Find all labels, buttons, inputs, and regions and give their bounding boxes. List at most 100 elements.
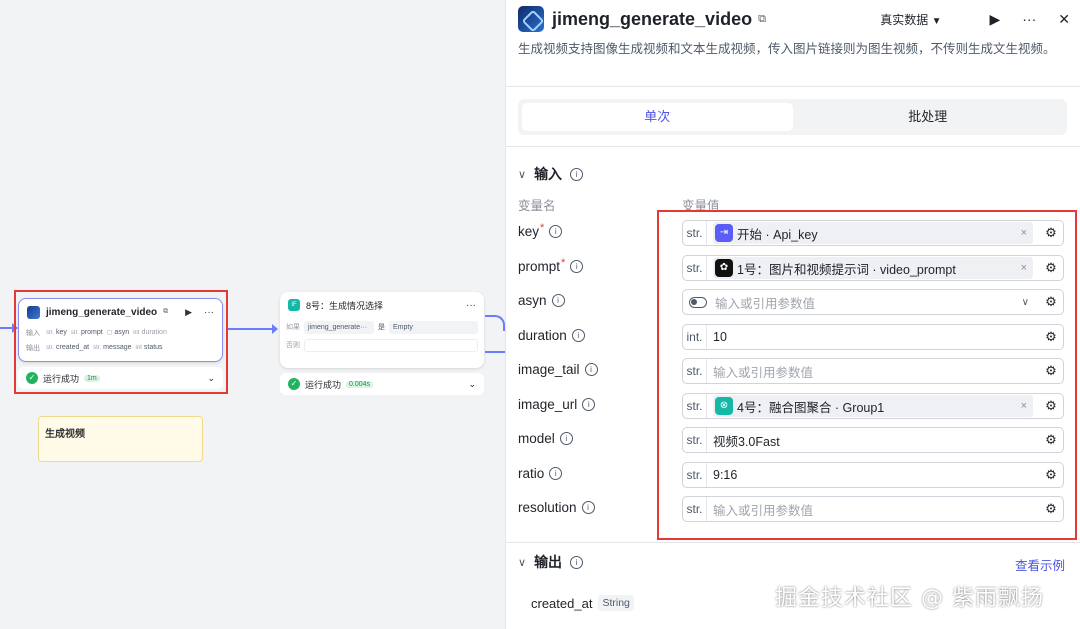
param-row-prompt: prompt * i str. ✿ 1号：图片和视频提示词 · video_promp… bbox=[506, 255, 1080, 281]
input-chip: str. prompt bbox=[70, 329, 103, 336]
node-condition[interactable]: IF 8号：生成情况选择 ··· 如果 jimeng_generate··· 是… bbox=[280, 292, 484, 368]
sticky-note[interactable]: 生成视频 bbox=[38, 416, 203, 462]
close-icon[interactable]: ✕ bbox=[1058, 11, 1070, 28]
settings-icon[interactable]: ⚙ bbox=[1039, 260, 1063, 276]
param-field-prompt[interactable]: str. ✿ 1号：图片和视频提示词 · video_prompt × ⚙ bbox=[682, 255, 1064, 281]
output-row-created-at: created_at String bbox=[531, 595, 634, 611]
tab-batch[interactable]: 批处理 bbox=[793, 103, 1064, 131]
type-badge: str. bbox=[683, 463, 707, 487]
settings-icon[interactable]: ⚙ bbox=[1039, 467, 1063, 483]
node-jimeng-generate-video[interactable]: jimeng_generate_video ⧉ ▶ ··· 输入 str. key… bbox=[18, 298, 223, 362]
else-branch-row: 否则 bbox=[280, 336, 484, 354]
param-field-key[interactable]: str. ⇥ 开始 · Api_key × ⚙ bbox=[682, 220, 1064, 246]
param-field-duration[interactable]: int. 10 ⚙ bbox=[682, 324, 1064, 350]
param-field-image-tail[interactable]: str. 输入或引用参数值 ⚙ bbox=[682, 358, 1064, 384]
input-section-header[interactable]: ∨ 输入 i bbox=[518, 164, 584, 184]
output-section-header[interactable]: ∨ 输出 i bbox=[518, 552, 584, 572]
plugin-badge-icon: ⧉ bbox=[163, 308, 169, 315]
type-badge: str. bbox=[683, 221, 707, 245]
run-node-icon[interactable]: ▶ bbox=[185, 307, 192, 318]
run-button[interactable]: ▶ bbox=[989, 11, 1000, 28]
info-icon[interactable]: i bbox=[582, 398, 596, 411]
info-icon[interactable]: i bbox=[549, 467, 563, 480]
info-icon[interactable]: i bbox=[571, 329, 585, 342]
panel-title: jimeng_generate_video bbox=[552, 8, 753, 29]
type-badge: String bbox=[598, 595, 634, 611]
node-title: 8号：生成情况选择 bbox=[306, 300, 384, 311]
param-row-key: key * i str. ⇥ 开始 · Api_key × ⚙ bbox=[506, 220, 1080, 246]
data-mode-select[interactable]: 真实数据 ▼ bbox=[880, 11, 941, 28]
info-icon[interactable]: i bbox=[584, 363, 598, 376]
param-row-model: model i str. 视频3.0Fast ⚙ bbox=[506, 427, 1080, 453]
param-row-image-url: image_url i str. ⊗ 4号：融合图聚合 · Group1 × ⚙ bbox=[506, 393, 1080, 419]
settings-icon[interactable]: ⚙ bbox=[1039, 398, 1063, 414]
settings-icon[interactable]: ⚙ bbox=[1039, 501, 1063, 517]
tab-single[interactable]: 单次 bbox=[522, 103, 793, 131]
clear-icon[interactable]: × bbox=[1021, 400, 1027, 412]
chevron-down-icon[interactable]: ∨ bbox=[1022, 297, 1029, 308]
more-icon[interactable]: ··· bbox=[204, 307, 214, 318]
panel-description: 生成视频支持图像生成视频和文本生成视频，传入图片链接则为图生视频，不传则生成文生… bbox=[518, 42, 1056, 56]
node2-run-status[interactable]: ✓ 运行成功 0.004s ⌄ bbox=[280, 373, 484, 395]
toggle-switch[interactable] bbox=[689, 296, 707, 308]
info-icon[interactable]: i bbox=[559, 432, 573, 445]
chevron-down-icon[interactable]: ∨ bbox=[518, 556, 526, 569]
param-field-image-url[interactable]: str. ⊗ 4号：融合图聚合 · Group1 × ⚙ bbox=[682, 393, 1064, 419]
run-mode-tabs: 单次 批处理 bbox=[518, 99, 1067, 135]
column-header-name: 变量名 bbox=[518, 199, 556, 213]
divider bbox=[506, 542, 1080, 543]
plugin-icon bbox=[27, 305, 40, 319]
settings-icon[interactable]: ⚙ bbox=[1039, 225, 1063, 241]
param-field-asyn[interactable]: 输入或引用参数值 ∨ ⚙ bbox=[682, 289, 1064, 315]
info-icon[interactable]: i bbox=[570, 555, 584, 569]
type-badge: str. bbox=[683, 394, 707, 418]
param-row-asyn: asyn i 输入或引用参数值 ∨ ⚙ bbox=[506, 289, 1080, 315]
success-check-icon: ✓ bbox=[26, 372, 38, 384]
edge-if-out bbox=[485, 315, 505, 331]
input-chip: int duration bbox=[133, 329, 167, 336]
success-check-icon: ✓ bbox=[288, 378, 300, 390]
settings-icon[interactable]: ⚙ bbox=[1039, 363, 1063, 379]
workflow-canvas[interactable]: jimeng_generate_video ⧉ ▶ ··· 输入 str. key… bbox=[0, 0, 505, 629]
clear-icon[interactable]: × bbox=[1021, 262, 1027, 274]
info-icon[interactable]: i bbox=[551, 294, 565, 307]
output-chip: int status bbox=[135, 344, 163, 351]
settings-icon[interactable]: ⚙ bbox=[1039, 432, 1063, 448]
type-badge: str. bbox=[683, 497, 707, 521]
more-icon[interactable]: ··· bbox=[1022, 11, 1036, 27]
reference-chip[interactable]: ⇥ 开始 · Api_key × bbox=[713, 222, 1033, 244]
settings-icon[interactable]: ⚙ bbox=[1039, 294, 1063, 310]
node1-run-status[interactable]: ✓ 运行成功 1m ⌄ bbox=[18, 367, 223, 389]
watermark-text: 掘金技术社区 @ 紫雨飘扬 bbox=[775, 586, 1044, 611]
start-node-icon: ⇥ bbox=[715, 224, 733, 242]
param-field-model[interactable]: str. 视频3.0Fast ⚙ bbox=[682, 427, 1064, 453]
type-badge: str. bbox=[683, 359, 707, 383]
node-input-row: 输入 str. key str. prompt ▢ asyn int duration bbox=[26, 329, 167, 337]
node-title: jimeng_generate_video bbox=[46, 306, 158, 318]
param-row-ratio: ratio i str. 9:16 ⚙ bbox=[506, 462, 1080, 488]
chevron-down-icon[interactable]: ⌄ bbox=[468, 379, 476, 390]
divider bbox=[506, 146, 1080, 147]
reference-chip[interactable]: ⊗ 4号：融合图聚合 · Group1 × bbox=[713, 395, 1033, 417]
view-example-link[interactable]: 查看示例 bbox=[1015, 555, 1065, 574]
node-output-row: 输出 str. created_at str. message int status bbox=[26, 344, 163, 352]
info-icon[interactable]: i bbox=[570, 167, 584, 181]
info-icon[interactable]: i bbox=[570, 260, 584, 273]
chevron-down-icon[interactable]: ∨ bbox=[518, 168, 526, 181]
info-icon[interactable]: i bbox=[549, 225, 563, 238]
param-field-ratio[interactable]: str. 9:16 ⚙ bbox=[682, 462, 1064, 488]
divider bbox=[506, 86, 1080, 87]
info-icon[interactable]: i bbox=[581, 501, 595, 514]
plugin-icon bbox=[518, 6, 544, 32]
llm-node-icon: ✿ bbox=[715, 259, 733, 277]
type-badge: str. bbox=[683, 428, 707, 452]
reference-chip[interactable]: ✿ 1号：图片和视频提示词 · video_prompt × bbox=[713, 257, 1033, 279]
node-detail-panel: jimeng_generate_video ⧉ 真实数据 ▼ ▶ ··· ✕ 生… bbox=[505, 0, 1080, 629]
chevron-down-icon[interactable]: ⌄ bbox=[207, 373, 215, 384]
type-badge: int. bbox=[683, 325, 707, 349]
param-field-resolution[interactable]: str. 输入或引用参数值 ⚙ bbox=[682, 496, 1064, 522]
settings-icon[interactable]: ⚙ bbox=[1039, 329, 1063, 345]
param-row-resolution: resolution i str. 输入或引用参数值 ⚙ bbox=[506, 496, 1080, 522]
clear-icon[interactable]: × bbox=[1021, 227, 1027, 239]
more-icon[interactable]: ··· bbox=[466, 300, 476, 311]
